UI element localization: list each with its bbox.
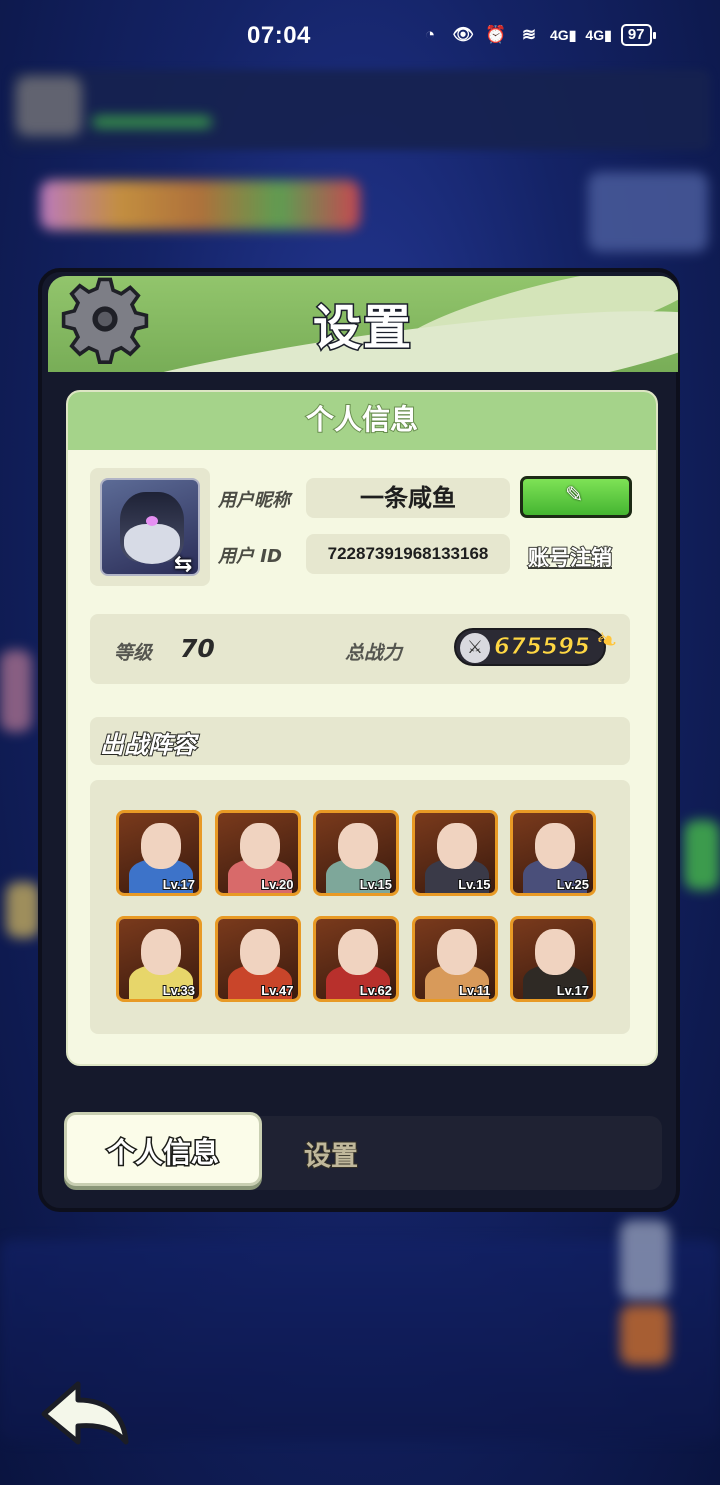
swap-avatar-icon[interactable]: ⇆ — [174, 552, 192, 577]
back-arrow-icon[interactable] — [38, 1378, 130, 1448]
panel-title: 个人信息 — [68, 392, 656, 450]
status-bar: 07:04 ◔ 👁 ⏰ ≋ 4G▮ 4G▮ 97 — [0, 0, 720, 72]
hero-head — [338, 823, 378, 869]
hero-card[interactable]: Lv.15 — [411, 810, 498, 896]
hero-level: Lv.25 — [556, 876, 590, 893]
hero-card[interactable]: Lv.47 — [214, 916, 301, 1002]
hero-level: Lv.62 — [359, 982, 393, 999]
level-value: 70 — [180, 634, 215, 663]
level-label: 等级 — [114, 642, 153, 664]
status-time: 07:04 — [247, 22, 311, 49]
settings-dialog: 设置 个人信息 ⇆ 用户昵称 一条咸鱼 ✎ 用户 ID 722873919681… — [38, 268, 680, 1212]
edit-nickname-button[interactable]: ✎ — [520, 476, 632, 518]
hero-card[interactable]: Lv.11 — [411, 916, 498, 1002]
lineup-header: 出战阵容 — [90, 717, 630, 765]
hero-head — [535, 929, 575, 975]
bg-icons-blurred — [40, 180, 360, 230]
hero-card[interactable]: Lv.20 — [214, 810, 301, 896]
hero-card[interactable]: Lv.17 — [510, 916, 596, 1002]
hero-level: Lv.33 — [162, 982, 196, 999]
nickname-label: 用户昵称 — [218, 490, 290, 511]
power-badge: ⚔ 675595 ❧ — [454, 623, 622, 666]
hero-card[interactable]: Lv.62 — [313, 916, 399, 1002]
hero-card[interactable]: Lv.25 — [510, 810, 596, 896]
hero-level: Lv.11 — [458, 982, 492, 999]
signal-4g-icon: 4G▮ — [550, 26, 577, 43]
hero-level: Lv.17 — [556, 982, 590, 999]
hero-level: Lv.20 — [260, 876, 294, 893]
bg-bottom-figure-blurred — [620, 1220, 670, 1300]
crossed-swords-icon: ⚔ — [460, 633, 490, 663]
hero-card[interactable]: Lv.33 — [116, 916, 202, 1002]
bg-avatar-blurred — [16, 76, 82, 136]
hero-head — [141, 929, 181, 975]
wifi-icon: ≋ — [521, 25, 537, 44]
hero-head — [239, 823, 280, 869]
lineup-title: 出战阵容 — [99, 730, 197, 760]
alarm-icon: ⏰ — [485, 25, 507, 44]
personal-info-panel: 个人信息 ⇆ 用户昵称 一条咸鱼 ✎ 用户 ID 722873919681331… — [66, 390, 658, 1066]
tab-settings[interactable]: 设置 — [303, 1134, 359, 1173]
nickname-field: 一条咸鱼 — [306, 478, 510, 518]
game-top-bar-blurred — [10, 70, 710, 150]
hero-level: Lv.15 — [457, 876, 491, 893]
bg-left-edge2-blurred — [6, 882, 40, 938]
hero-head — [535, 823, 575, 869]
hero-head — [338, 929, 378, 975]
stats-row: 等级 70 总战力 ⚔ 675595 ❧ — [90, 614, 630, 684]
user-id-field: 72287391968133168 — [306, 534, 510, 574]
tab-personal-info-label: 个人信息 — [105, 1135, 220, 1171]
status-icons: ◔ 👁 ⏰ ≋ 4G▮ 4G▮ 97 — [418, 24, 656, 46]
tab-bar: 个人信息 设置 — [64, 1112, 662, 1190]
dialog-title: 设置 — [311, 299, 413, 358]
tab-personal-info[interactable]: 个人信息 — [64, 1112, 262, 1186]
data-saver-icon: ◔ — [424, 25, 436, 44]
hero-level: Lv.47 — [260, 982, 294, 999]
bg-right-edge-blurred — [684, 820, 720, 890]
pencil-icon: ✎ — [565, 483, 584, 508]
hero-lineup: Lv.17 Lv.20 Lv.15 Lv.15 Lv.25 Lv.33 Lv.47 Lv.62… — [90, 780, 630, 1034]
avatar-eye — [146, 516, 158, 526]
hero-head — [141, 823, 181, 869]
bg-stripe-blurred — [92, 116, 212, 128]
battery-indicator: 97 — [620, 24, 656, 46]
power-value: 675595 — [493, 634, 591, 661]
bg-right-panel-blurred — [588, 172, 708, 252]
eye-icon: 👁 — [452, 25, 474, 44]
signal-4g-icon-2: 4G▮ — [585, 26, 612, 43]
hero-level: Lv.15 — [359, 876, 393, 893]
hero-level: Lv.17 — [162, 876, 196, 893]
hero-head — [239, 929, 280, 975]
avatar-beard — [124, 524, 180, 564]
cancel-account-link[interactable]: 账号注销 — [527, 542, 613, 572]
user-id-label: 用户 ID — [218, 546, 282, 567]
flame-icon: ❧ — [591, 623, 623, 659]
hero-card[interactable]: Lv.15 — [313, 810, 399, 896]
power-label: 总战力 — [345, 642, 403, 664]
hero-head — [436, 929, 477, 975]
bg-left-edge-blurred — [0, 650, 32, 732]
avatar-frame[interactable]: ⇆ — [90, 468, 210, 586]
hero-head — [436, 823, 477, 869]
bg-bottom-figure2-blurred — [620, 1305, 670, 1365]
hero-card[interactable]: Lv.17 — [116, 810, 202, 896]
